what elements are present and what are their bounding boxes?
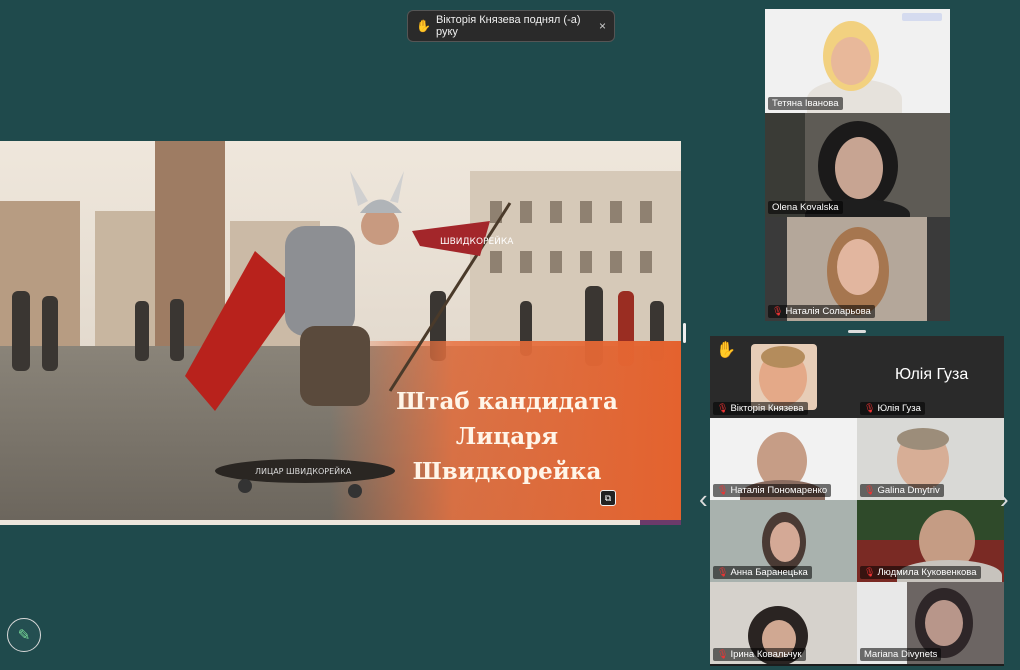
video-tile[interactable]: ✋ 🎙 Вікторія Князева xyxy=(710,336,857,418)
video-tile[interactable]: Mariana Divynets xyxy=(857,582,1004,664)
mic-muted-icon: 🎙 xyxy=(717,567,729,577)
mic-muted-icon: 🎙 xyxy=(864,403,876,413)
participant-name: 🎙 Юлія Гуза xyxy=(860,402,925,415)
shared-slide: ШВИДКОРЕЙКА ЛИЦАР ШВИДКОРЕЙКА Штаб канди… xyxy=(0,141,681,525)
video-tile[interactable]: Юлія Гуза 🎙 Юлія Гуза xyxy=(857,336,1004,418)
video-tile[interactable]: 🎙 Наталія Пономаренко xyxy=(710,418,857,500)
mic-muted-icon: 🎙 xyxy=(717,649,729,659)
video-tile[interactable]: 🎙 Анна Баранецька xyxy=(710,500,857,582)
participant-name: 🎙 Ірина Ковальчук xyxy=(713,648,806,661)
participant-name: 🎙 Людмила Куковенкова xyxy=(860,566,981,579)
video-tile[interactable]: Olena Kovalska xyxy=(765,113,950,217)
close-notification-icon[interactable]: × xyxy=(599,19,606,33)
raised-hand-icon: ✋ xyxy=(716,342,736,359)
video-tile[interactable]: 🎙 Людмила Куковенкова xyxy=(857,500,1004,582)
video-tile[interactable]: 🎙 Ірина Ковальчук xyxy=(710,582,857,664)
mic-muted-icon: 🎙 xyxy=(864,485,876,495)
speaker-name-big: Юлія Гуза xyxy=(895,366,969,383)
raise-hand-notification: ✋ Вікторія Князева поднял (-а) руку × xyxy=(407,10,615,42)
mic-muted-icon: 🎙 xyxy=(772,306,784,316)
chevron-right-icon[interactable]: › xyxy=(1000,484,1009,515)
slide-control-icon[interactable]: ⧉ xyxy=(600,490,616,506)
participant-name: Mariana Divynets xyxy=(860,648,942,661)
participant-name: Olena Kovalska xyxy=(768,201,843,214)
flag-text: ШВИДКОРЕЙКА xyxy=(440,235,514,247)
video-tile[interactable]: Тетяна Іванова xyxy=(765,9,950,113)
participant-name: Тетяна Іванова xyxy=(768,97,843,110)
raised-hand-icon: ✋ xyxy=(416,19,431,33)
slide-title-line3: Швидкорейка xyxy=(412,458,602,485)
participant-name: 🎙 Galina Dmytriv xyxy=(860,484,944,497)
mic-muted-icon: 🎙 xyxy=(717,485,729,495)
resize-handle[interactable] xyxy=(683,323,686,343)
logo-icon xyxy=(902,13,942,21)
strip-resize-handle[interactable] xyxy=(848,330,866,333)
participant-name: 🎙 Анна Баранецька xyxy=(713,566,812,579)
mic-muted-icon: 🎙 xyxy=(717,403,729,413)
chevron-left-icon[interactable]: ‹ xyxy=(699,484,708,515)
video-tile[interactable]: 🎙 Galina Dmytriv xyxy=(857,418,1004,500)
slide-title: Штаб кандидата Лицаря Швидкорейка xyxy=(377,384,637,489)
slide-title-line1: Штаб кандидата xyxy=(396,388,618,415)
participant-name: 🎙 Наталія Пономаренко xyxy=(713,484,832,497)
slide-title-line2: Лицаря xyxy=(455,423,559,450)
board-text: ЛИЦАР ШВИДКОРЕЙКА xyxy=(255,465,352,476)
notification-text: Вікторія Князева поднял (-а) руку xyxy=(435,14,581,38)
avatar xyxy=(751,344,817,410)
video-tile[interactable]: 🎙 Наталія Соларьова xyxy=(765,217,950,321)
mic-muted-icon: 🎙 xyxy=(864,567,876,577)
pen-icon[interactable]: ✎ xyxy=(7,618,41,652)
participant-name: 🎙 Вікторія Князева xyxy=(713,402,808,415)
participant-name: 🎙 Наталія Соларьова xyxy=(768,305,875,318)
